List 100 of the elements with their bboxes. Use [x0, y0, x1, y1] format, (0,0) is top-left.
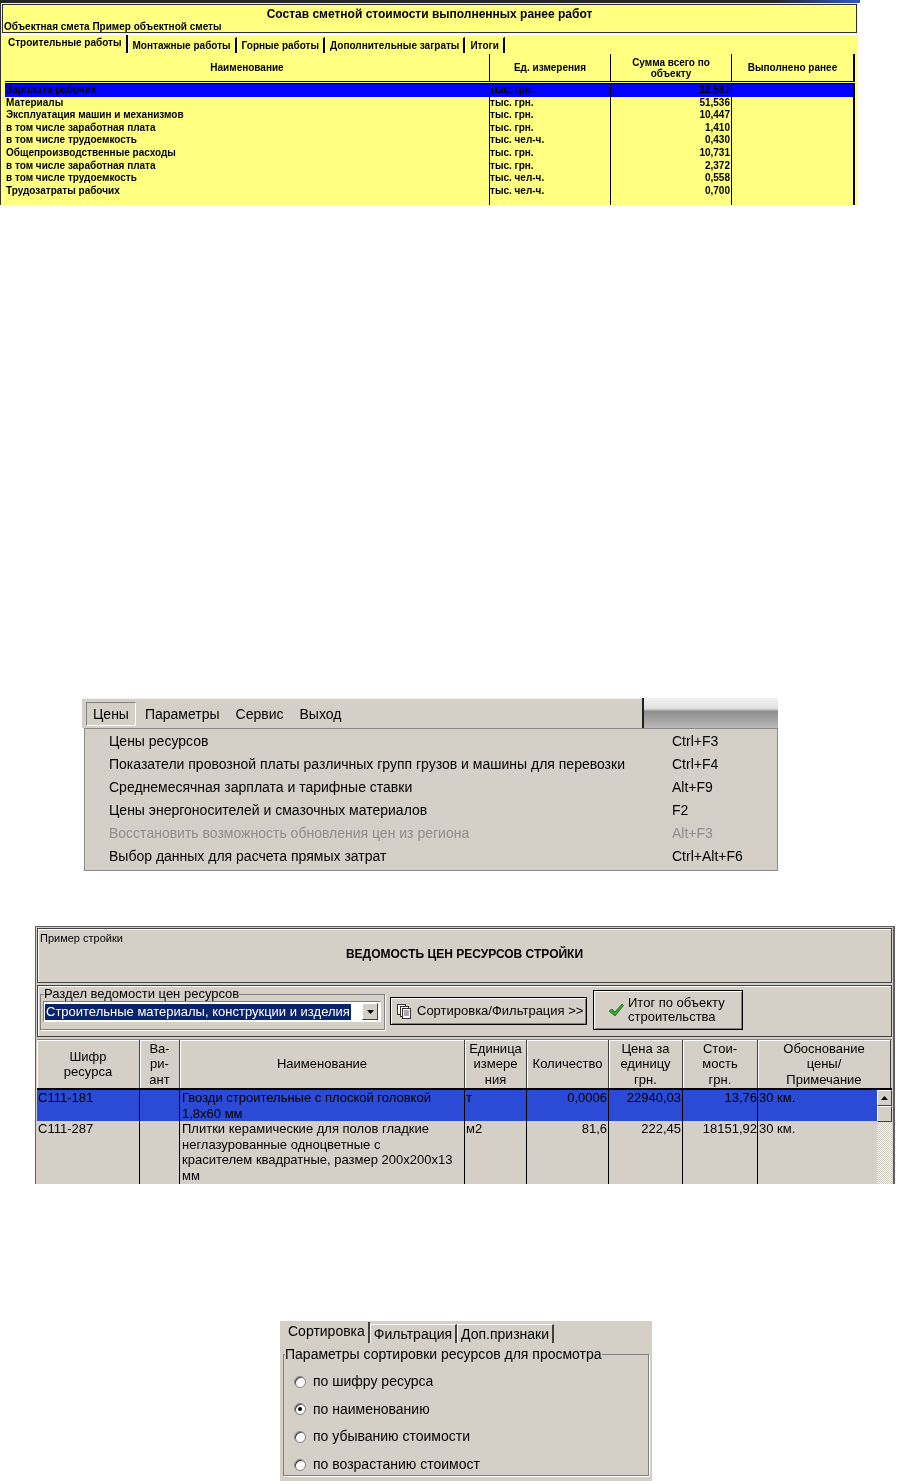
table-cell: 13,76 — [724, 1090, 757, 1106]
shortcut-text: F2 — [672, 801, 689, 820]
tab[interactable]: Фильтрация — [369, 1324, 458, 1343]
table-cell: Материалы — [5, 96, 64, 108]
table-cell: 222,45 — [641, 1121, 682, 1137]
radio-button[interactable] — [294, 1431, 306, 1443]
table-cell: в том числе заработная плата — [5, 121, 156, 133]
section-dropdown[interactable]: Строительные материалы, конструкции и изделия — [43, 1001, 381, 1022]
radio-label[interactable]: по шифру ресурса — [313, 1371, 434, 1393]
table-cell: в том числе трудоемкость — [5, 172, 137, 184]
tab[interactable]: Дополнительные заграты — [325, 37, 466, 53]
column-header: Сумма всего по объекту — [611, 54, 732, 81]
shortcut-text: Ctrl+Alt+F6 — [672, 847, 743, 866]
menu-bar-item[interactable]: Цены — [86, 701, 136, 726]
shortcut-text: Alt+F9 — [672, 778, 713, 797]
radio-label[interactable]: по возрастанию стоимост — [313, 1454, 480, 1476]
table-cell: тыс. чел-ч. — [490, 184, 545, 196]
scrollbar-thumb[interactable] — [877, 1106, 892, 1122]
table-cell: 0,700 — [704, 184, 731, 198]
radio-button[interactable] — [294, 1375, 306, 1388]
column-header: Количество — [527, 1040, 609, 1088]
table-cell: 2,372 — [704, 159, 731, 173]
project-name: Пример стройки — [39, 931, 123, 945]
column-header: Цена за единицу грн. — [609, 1040, 683, 1088]
table-cell: тыс. грн. — [490, 121, 534, 133]
tab[interactable]: Горные работы — [236, 37, 326, 53]
tab[interactable]: Итоги — [465, 37, 505, 53]
table-cell: С111-287 — [37, 1121, 94, 1136]
column-header: Наименование — [180, 1040, 465, 1088]
menu-item[interactable]: Показатели провозной платы различных групп грузов и машины для перевозки Ctrl+F4 — [85, 753, 777, 776]
table-cell: 0,0006 — [567, 1090, 608, 1106]
table-cell: Трудозатраты рабочих — [5, 184, 120, 196]
table-row[interactable]: Эксплуатация машин и механизмов тыс. грн. 10,447 — [5, 109, 855, 122]
table-cell-text: Плитки керамические для полов гладкие неглазурованные одноцветные с красителем квадратные, размер 200х200х13 мм — [181, 1121, 454, 1184]
column-header: Обоснование цены/ Примечание — [758, 1040, 891, 1088]
table-cell: тыс. грн. — [490, 159, 534, 171]
shortcut-text: Alt+F3 — [672, 824, 713, 843]
check-icon — [608, 1003, 624, 1017]
column-header: Выполнено ранее — [732, 54, 855, 81]
table-cell: С111-181 — [37, 1090, 94, 1105]
table-cell: 18151,92 — [702, 1121, 757, 1137]
pages-icon — [397, 1003, 411, 1019]
table-cell: тыс. грн. — [490, 84, 534, 95]
table-cell: тыс. чел-ч. — [490, 172, 545, 184]
tab[interactable]: Сортировка — [285, 1322, 370, 1343]
table-row[interactable]: в том числе трудоемкость тыс. чел-ч. 0,430 — [5, 134, 855, 147]
group-label: Раздел ведомости цен ресурсов — [44, 987, 240, 1001]
shortcut-text: Ctrl+F3 — [672, 732, 719, 751]
table-cell: тыс. грн. — [490, 109, 534, 121]
menu-bar-item[interactable]: Сервис — [228, 701, 291, 726]
table-cell: 30 км. — [758, 1121, 796, 1136]
scroll-up-button[interactable] — [877, 1090, 892, 1106]
table-cell: 51,536 — [699, 96, 731, 110]
estimate-subtitle: Объектная смета Пример объектной сметы — [3, 21, 222, 33]
table-cell: в том числе заработная плата — [5, 159, 156, 171]
table-cell: 30 км. — [758, 1090, 796, 1105]
menu-bar-item[interactable]: Выход — [292, 701, 349, 726]
table-cell: в том числе трудоемкость — [5, 134, 137, 146]
table-title: Состав сметной стоимости выполненных ранее работ — [266, 7, 593, 21]
sort-filter-button[interactable]: Сортировка/Фильтрация >> — [390, 997, 587, 1025]
radio-label[interactable]: по наименованию — [313, 1398, 430, 1420]
table-cell: 81,6 — [581, 1121, 608, 1137]
tab[interactable]: Доп.признаки — [457, 1324, 555, 1343]
column-header: Наименование — [5, 54, 490, 81]
table-cell: 12,587 — [699, 84, 731, 97]
caret-up-icon — [881, 1096, 888, 1100]
radio-label[interactable]: по убыванию стоимости — [313, 1426, 470, 1448]
table-cell: 0,430 — [704, 134, 731, 147]
tab[interactable]: Монтажные работы — [127, 37, 237, 53]
table-cell: 0,558 — [704, 172, 731, 185]
menu-item[interactable]: Цены энергоносителей и смазочных материалов F2 — [85, 799, 777, 822]
table-cell: 10,447 — [699, 109, 731, 122]
menu-item[interactable]: Среднемесячная зарплата и тарифные ставки Alt+F9 — [85, 776, 777, 799]
table-cell: тыс. грн. — [490, 96, 534, 108]
window-title: ВЕДОМОСТЬ ЦЕН РЕСУРСОВ СТРОЙКИ — [345, 947, 584, 962]
column-header: Стои- мость грн. — [683, 1040, 758, 1088]
table-cell: 10,731 — [699, 146, 731, 160]
dropdown-button[interactable] — [362, 1003, 378, 1020]
menu-item[interactable]: Цены ресурсов Ctrl+F3 — [85, 730, 777, 753]
table-cell-text: Гвозди строительные с плоской головкой 1,8х60 мм — [181, 1090, 432, 1122]
table-cell: м2 — [465, 1121, 483, 1136]
object-total-button[interactable]: Итог по объекту строительства — [593, 990, 743, 1030]
column-header: Шифр ресурса — [37, 1040, 140, 1088]
menu-bar-item[interactable]: Параметры — [137, 701, 227, 726]
table-cell: 1,410 — [704, 121, 731, 135]
table-cell: тыс. чел-ч. — [490, 134, 545, 146]
shortcut-text: Ctrl+F4 — [672, 755, 719, 774]
table-cell: Зарплата рабочих — [5, 84, 97, 95]
group-label: Параметры сортировки ресурсов для просмотра — [285, 1346, 602, 1362]
column-header: Ва- ри- ант — [140, 1040, 180, 1088]
table-cell: Эксплуатация машин и механизмов — [5, 109, 184, 121]
table-cell: Общепроизводственные расходы — [5, 146, 176, 158]
table-row[interactable]: в том числе трудоемкость тыс. чел-ч. 0,558 — [5, 172, 855, 185]
column-header: Ед. измерения — [490, 54, 611, 81]
menu-item[interactable]: Выбор данных для расчета прямых затрат Ctrl+Alt+F6 — [85, 845, 777, 868]
table-cell: тыс. грн. — [490, 146, 534, 158]
table-cell: т — [465, 1090, 472, 1105]
table-cell: 22940,03 — [626, 1090, 682, 1106]
radio-button[interactable] — [294, 1403, 306, 1416]
caret-down-icon — [366, 1009, 374, 1014]
